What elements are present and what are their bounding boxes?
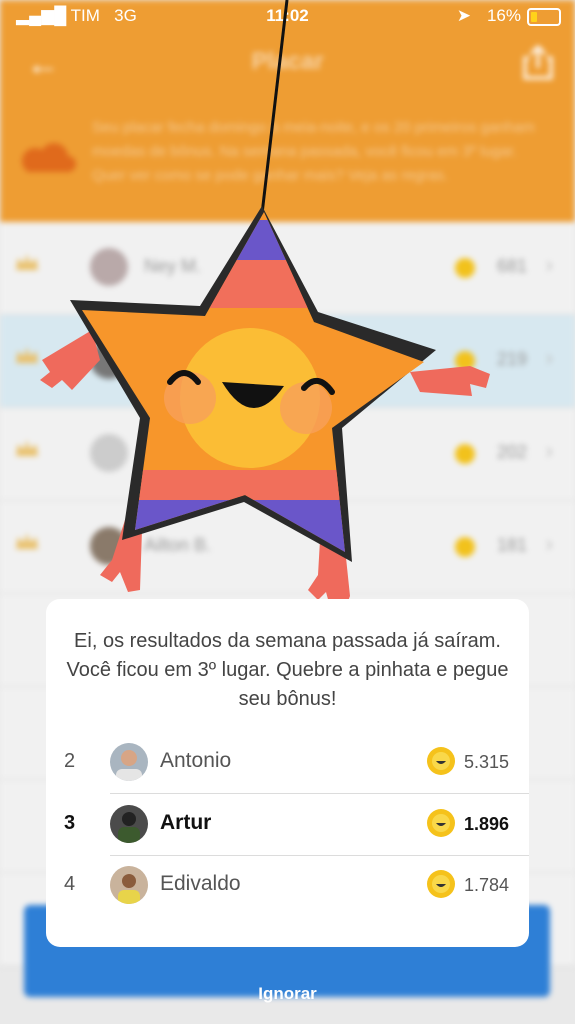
pinata-right-arm bbox=[410, 366, 490, 396]
rank-position: 4 bbox=[64, 873, 76, 895]
player-points: 5.315 bbox=[463, 752, 509, 772]
avatar bbox=[110, 743, 148, 781]
ranking-row-current-user: 3 Artur 1.896 bbox=[46, 794, 529, 856]
player-points: 1.784 bbox=[463, 875, 509, 895]
avatar bbox=[110, 866, 148, 904]
pinata-left-arm bbox=[40, 330, 100, 390]
player-points: 1.896 bbox=[463, 814, 509, 834]
player-name: Antonio bbox=[160, 749, 232, 772]
bonus-modal: Ei, os resultados da semana passada já s… bbox=[46, 599, 529, 947]
pinata-string bbox=[260, 0, 289, 215]
rank-position: 2 bbox=[64, 750, 76, 772]
coin-icon bbox=[427, 870, 455, 898]
player-name: Artur bbox=[160, 811, 212, 834]
avatar bbox=[110, 805, 148, 843]
ranking-row: 2 Antonio 5.315 bbox=[46, 732, 529, 794]
modal-message: Ei, os resultados da semana passada já s… bbox=[66, 630, 509, 710]
pinata-star[interactable] bbox=[0, 0, 575, 620]
player-name: Edivaldo bbox=[160, 872, 241, 895]
rank-position: 3 bbox=[64, 812, 76, 834]
ignore-button[interactable]: Ignorar bbox=[0, 984, 575, 1004]
ranking-row: 4 Edivaldo 1.784 bbox=[46, 855, 529, 917]
coin-icon bbox=[427, 809, 455, 837]
coin-icon bbox=[427, 747, 455, 775]
